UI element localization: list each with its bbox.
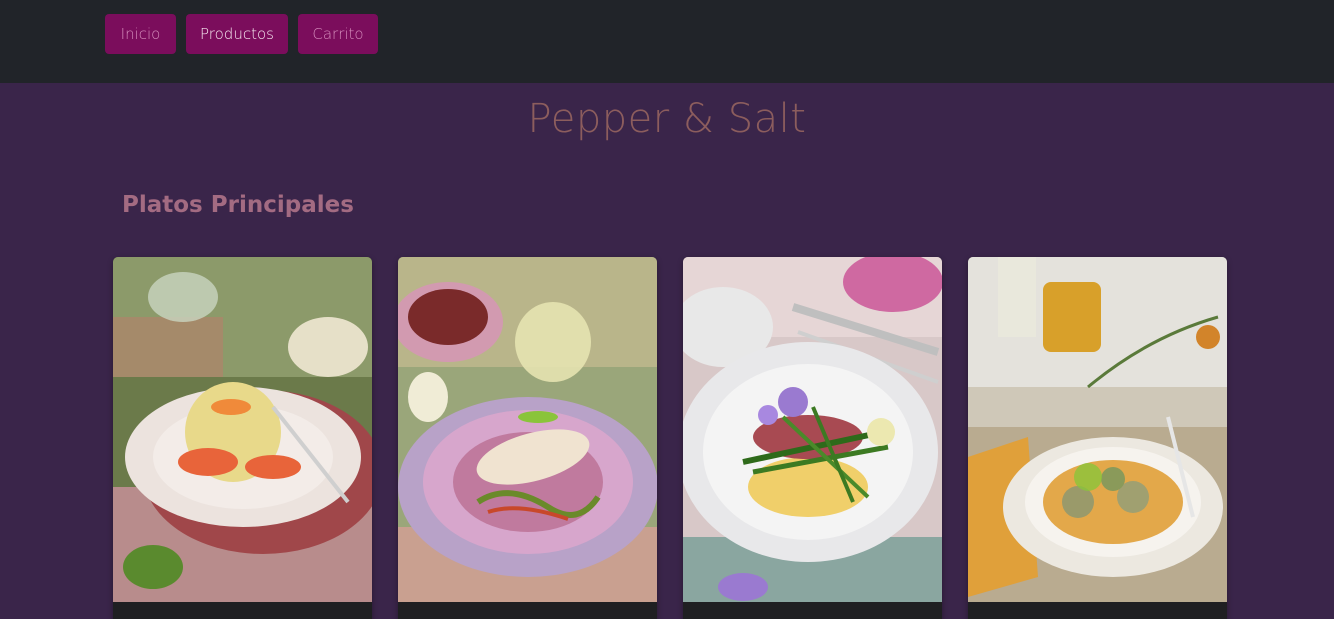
nav-inicio-button[interactable]: Inicio [105, 14, 176, 54]
asparagus-scrambled-eggs-plate-image [683, 257, 942, 602]
product-card[interactable] [398, 257, 657, 619]
meatballs-curry-vegetables-plate-image [968, 257, 1227, 602]
card-footer [398, 602, 657, 619]
salmon-potato-salad-plate-image [113, 257, 372, 602]
product-card[interactable] [113, 257, 372, 619]
top-navbar: Inicio Productos Carrito [0, 0, 1334, 83]
product-card[interactable] [968, 257, 1227, 619]
nav-productos-button[interactable]: Productos [186, 14, 288, 54]
page-title: Pepper & Salt [527, 96, 807, 142]
card-footer [683, 602, 942, 619]
nav-carrito-button[interactable]: Carrito [298, 14, 378, 54]
stuffed-squid-vegetables-plate-image [398, 257, 657, 602]
card-footer [968, 602, 1227, 619]
product-card[interactable] [683, 257, 942, 619]
card-footer [113, 602, 372, 619]
section-title: Platos Principales [122, 192, 354, 218]
